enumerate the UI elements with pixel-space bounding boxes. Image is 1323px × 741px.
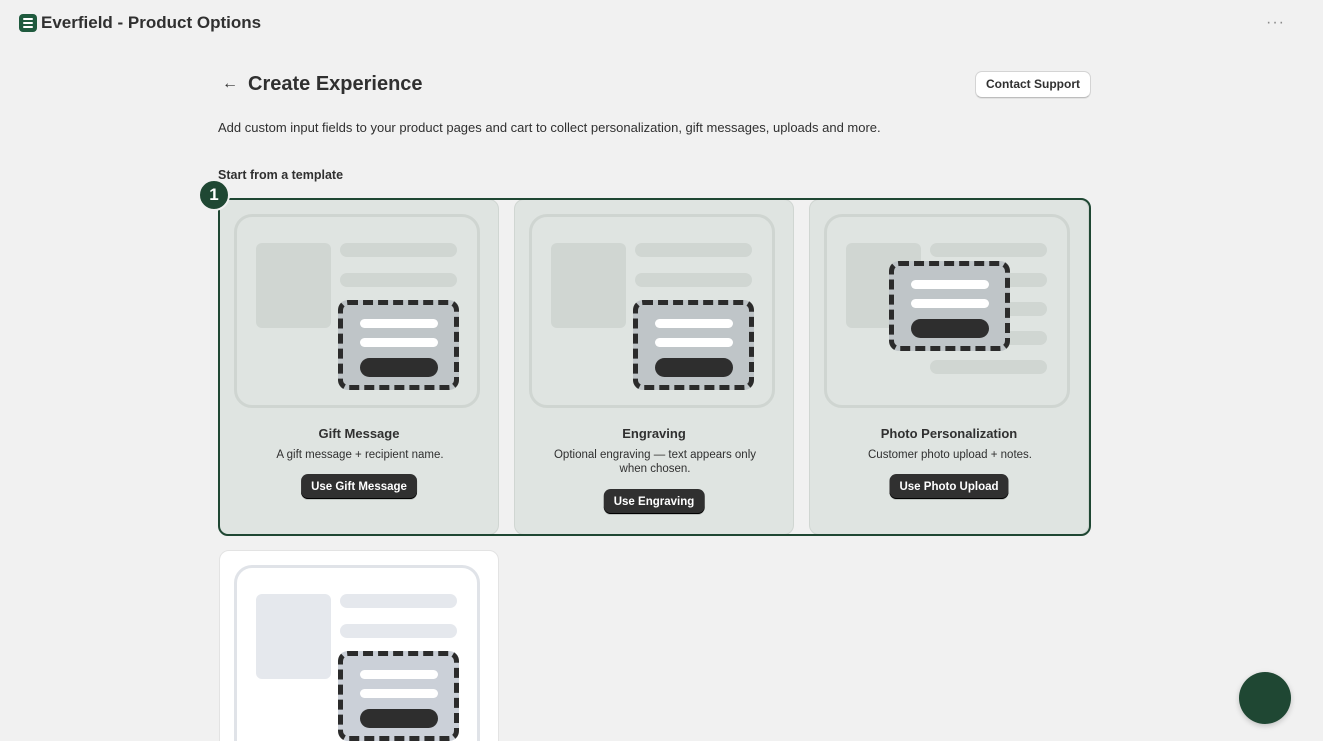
preview-input-box xyxy=(633,300,754,390)
template-title: Photo Personalization xyxy=(880,426,1018,441)
preview-line xyxy=(635,243,752,257)
use-gift-message-button[interactable]: Use Gift Message xyxy=(301,474,417,499)
preview-image-placeholder xyxy=(551,243,626,328)
app-title: Everfield - Product Options xyxy=(41,13,262,32)
use-photo-upload-button[interactable]: Use Photo Upload xyxy=(889,474,1009,499)
template-card[interactable] xyxy=(219,550,499,741)
template-description: Optional engraving — text appears only w… xyxy=(553,449,756,475)
preview-line xyxy=(930,243,1047,257)
page-title: Create Experience xyxy=(248,72,423,95)
template-preview xyxy=(824,214,1070,408)
preview-line xyxy=(635,273,752,287)
preview-input-box xyxy=(338,651,459,741)
app-list-icon xyxy=(19,14,37,32)
section-label: Start from a template xyxy=(218,168,344,182)
preview-line xyxy=(930,360,1047,374)
preview-line xyxy=(340,624,457,638)
page-description: Add custom input fields to your product … xyxy=(218,120,881,135)
contact-support-button[interactable]: Contact Support xyxy=(975,70,1091,98)
template-card-photo-personalization[interactable]: Photo Personalization Customer photo upl… xyxy=(809,199,1089,535)
template-description: A gift message + recipient name. xyxy=(276,449,444,461)
more-actions-icon[interactable]: ··· xyxy=(1266,14,1285,32)
template-preview xyxy=(234,214,480,408)
preview-line xyxy=(340,243,457,257)
back-arrow-icon[interactable]: ← xyxy=(218,72,242,96)
preview-input-box xyxy=(338,300,459,390)
use-engraving-button[interactable]: Use Engraving xyxy=(603,489,705,514)
step-badge: 1 xyxy=(198,179,230,211)
chat-launcher-button[interactable] xyxy=(1239,672,1291,724)
template-title: Engraving xyxy=(622,426,686,441)
template-preview xyxy=(529,214,775,408)
template-card-gift-message[interactable]: Gift Message A gift message + recipient … xyxy=(219,199,499,535)
template-description: Customer photo upload + notes. xyxy=(868,449,1032,461)
template-card-engraving[interactable]: Engraving Optional engraving — text appe… xyxy=(514,199,794,535)
preview-image-placeholder xyxy=(256,594,331,679)
top-bar: Everfield - Product Options ··· xyxy=(0,0,1323,46)
preview-line xyxy=(340,594,457,608)
preview-line xyxy=(340,273,457,287)
preview-input-box xyxy=(889,261,1010,351)
preview-image-placeholder xyxy=(256,243,331,328)
page-header: ← Create Experience Contact Support xyxy=(218,68,1091,100)
template-preview xyxy=(234,565,480,741)
template-title: Gift Message xyxy=(318,426,400,441)
